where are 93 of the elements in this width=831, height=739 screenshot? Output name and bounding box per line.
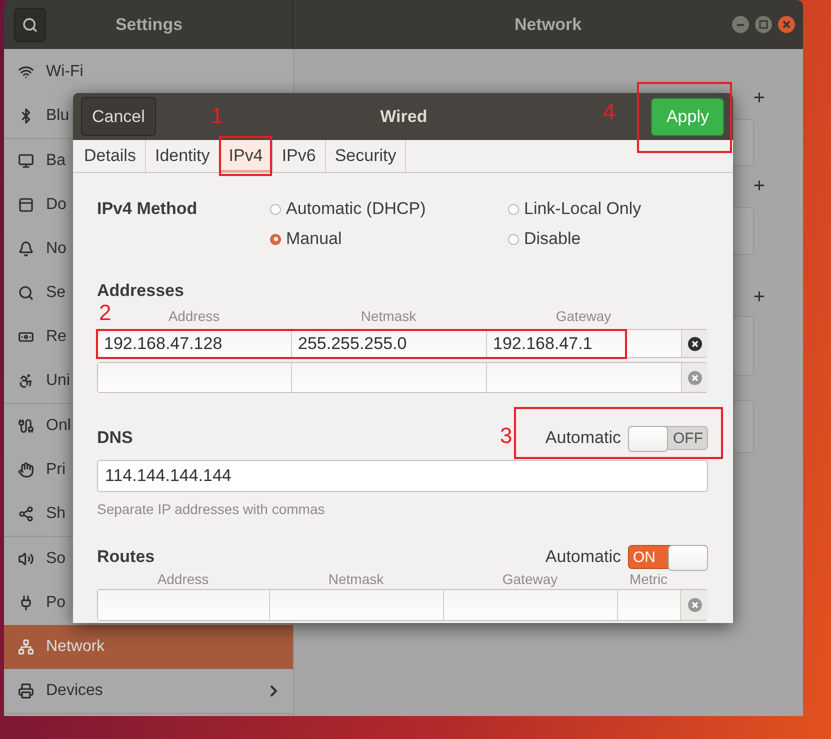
clear-icon [688, 598, 702, 612]
route-field[interactable] [270, 590, 444, 620]
wifi-icon [18, 64, 34, 80]
monitor-icon [18, 153, 34, 169]
radio-button[interactable] [508, 234, 519, 244]
add-button[interactable]: + [753, 287, 765, 307]
plug-icon [18, 418, 34, 434]
hint-text: Separate IP addresses with commas [97, 501, 326, 517]
route-field[interactable] [618, 590, 681, 620]
toggle-switch[interactable]: OFF [628, 426, 708, 450]
column-header: Metric [629, 571, 668, 587]
tab[interactable]: IPv6 [272, 140, 326, 172]
close-button[interactable] [778, 16, 795, 33]
option-label[interactable]: Manual [286, 229, 342, 249]
route-field[interactable] [98, 590, 270, 620]
toggle-label: Automatic [545, 547, 621, 567]
search-button[interactable] [14, 8, 46, 42]
tab[interactable]: Details [75, 140, 146, 172]
sidebar-label[interactable]: Wi-Fi [46, 63, 84, 81]
speaker-icon [18, 551, 34, 567]
search-icon [18, 285, 34, 301]
sidebar-label[interactable]: Se [46, 284, 66, 302]
network-icon [18, 639, 34, 655]
tab[interactable]: Identity [146, 140, 220, 172]
address-field[interactable]: 192.168.47.128 [98, 330, 292, 357]
dialog-title: Wired [380, 106, 428, 126]
cancel-button[interactable]: Cancel [81, 97, 156, 136]
address-field[interactable] [292, 363, 487, 392]
sidebar-label[interactable]: Po [46, 594, 66, 612]
banknote-icon [18, 329, 34, 345]
hand-icon [18, 462, 34, 478]
add-button[interactable]: + [753, 88, 765, 108]
column-header: Address [157, 571, 209, 587]
bell-icon [18, 241, 34, 257]
dns-field[interactable]: 114.144.144.144 [97, 460, 708, 492]
minimize-button[interactable] [732, 16, 749, 33]
printer-icon [18, 683, 34, 699]
address-field[interactable] [98, 363, 292, 392]
column-header: Netmask [360, 308, 416, 324]
address-field[interactable]: 192.168.47.1 [487, 330, 682, 357]
sidebar-label[interactable]: Sh [46, 505, 66, 523]
remove-row-button[interactable] [682, 330, 708, 357]
section-heading: Addresses [97, 281, 184, 301]
column-header: Netmask [328, 571, 384, 587]
option-label[interactable]: Disable [524, 229, 581, 249]
annotation-number: 2 [99, 302, 112, 324]
accessibility-icon [18, 373, 34, 389]
annotation-number: 4 [603, 101, 616, 123]
route-field[interactable] [444, 590, 618, 620]
sidebar-label[interactable]: Network [46, 638, 105, 656]
address-field[interactable] [487, 363, 682, 392]
close-icon [782, 20, 791, 29]
add-button[interactable]: + [753, 176, 765, 196]
plug-icon [18, 595, 34, 611]
sidebar-label[interactable]: Onl [46, 417, 71, 435]
sidebar-label[interactable]: So [46, 550, 66, 568]
tab[interactable]: IPv4 [220, 140, 273, 172]
radio-button[interactable] [270, 204, 281, 214]
section-heading: IPv4 Method [97, 199, 198, 219]
dock-icon [18, 197, 34, 213]
address-field[interactable]: 255.255.255.0 [292, 330, 487, 357]
sidebar-label[interactable]: Ba [46, 152, 66, 170]
option-label[interactable]: Link-Local Only [524, 199, 642, 219]
radio-button[interactable] [270, 234, 281, 244]
sidebar-label[interactable]: Do [46, 196, 66, 214]
clear-icon [688, 370, 702, 384]
search-icon [22, 16, 38, 32]
share-icon [18, 506, 34, 522]
toggle-label: Automatic [545, 428, 621, 448]
clear-icon [688, 336, 702, 350]
sidebar-label[interactable]: Blu [46, 107, 70, 125]
sidebar-label[interactable]: Devices [46, 682, 103, 700]
toggle-switch[interactable]: ON [628, 545, 708, 569]
section-heading: Routes [97, 547, 155, 567]
tab[interactable]: Security [326, 140, 406, 172]
annotation-number: 1 [211, 105, 224, 127]
sidebar-item-selected[interactable]: Network [4, 625, 293, 669]
sidebar-label[interactable]: No [46, 240, 66, 258]
window-title: Settings [114, 14, 184, 34]
annotation-number: 3 [500, 425, 512, 447]
column-header: Gateway [502, 571, 558, 587]
sidebar-label[interactable]: Pri [46, 461, 66, 479]
panel-title: Network [514, 14, 582, 34]
sidebar-label[interactable]: Uni [46, 372, 70, 390]
radio-button[interactable] [508, 204, 519, 214]
maximize-button[interactable] [755, 16, 772, 33]
column-header: Gateway [556, 308, 612, 324]
sidebar-label[interactable]: Re [46, 328, 66, 346]
option-label[interactable]: Automatic (DHCP) [286, 199, 426, 219]
column-header: Address [168, 308, 220, 324]
annotation-box [219, 136, 272, 176]
maximize-icon [759, 20, 768, 29]
section-heading: DNS [97, 428, 133, 448]
